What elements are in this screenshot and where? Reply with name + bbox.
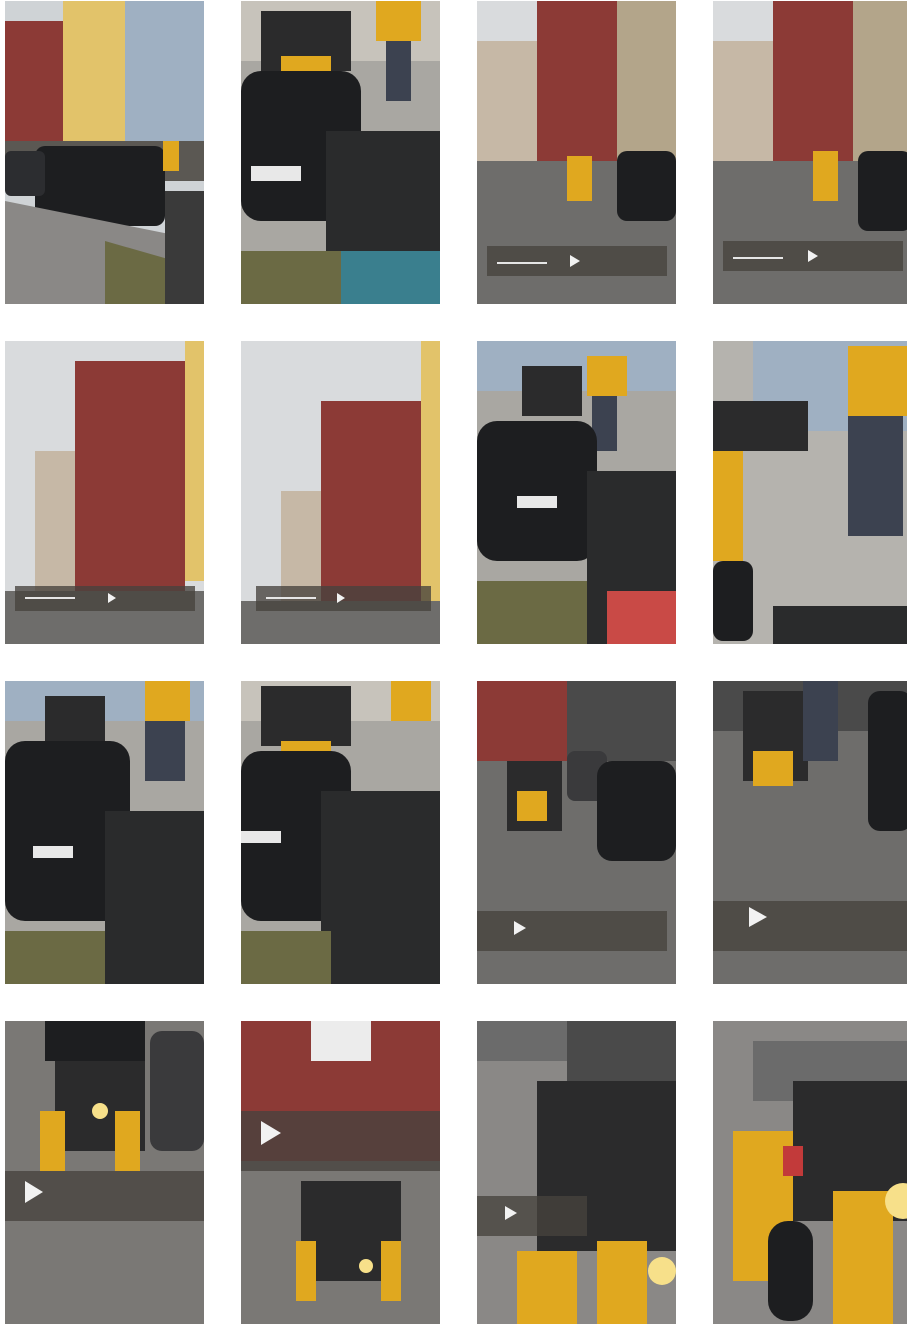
frame-15-cart-blurred <box>477 1021 676 1324</box>
frame-1-image <box>5 1 204 304</box>
frame-15-image <box>477 1021 676 1324</box>
frame-4-street-red-building <box>713 1 907 304</box>
frame-9-audi-closeup <box>5 681 204 984</box>
frame-10-audi-closeup <box>241 681 440 984</box>
video-frame-grid <box>0 0 907 1324</box>
frame-13-cart-front <box>5 1021 204 1324</box>
frame-14-image <box>241 1021 440 1324</box>
frame-2-image <box>241 1 440 304</box>
frame-7-audi-closeup <box>477 341 676 644</box>
frame-5-red-building-tree <box>5 341 204 644</box>
frame-13-image <box>5 1021 204 1324</box>
frame-7-image <box>477 341 676 644</box>
frame-1-street-buildings <box>5 1 204 304</box>
frame-3-image <box>477 1 676 304</box>
frame-8-image <box>713 341 907 644</box>
frame-12-image <box>713 681 907 984</box>
frame-5-image <box>5 341 204 644</box>
frame-11-image <box>477 681 676 984</box>
frame-8-courier-closeup <box>713 341 907 644</box>
frame-12-cart-approaching <box>713 681 907 984</box>
frame-14-cart-red-building <box>241 1021 440 1324</box>
frame-11-cart-approaching <box>477 681 676 984</box>
frame-6-red-building-tree <box>241 341 440 644</box>
frame-6-image <box>241 341 440 644</box>
frame-10-image <box>241 681 440 984</box>
frame-4-image <box>713 1 907 304</box>
frame-3-street-red-building <box>477 1 676 304</box>
frame-2-audi-closeup <box>241 1 440 304</box>
frame-9-image <box>5 681 204 984</box>
frame-16-image <box>713 1021 907 1324</box>
frame-16-cart-blurred <box>713 1021 907 1324</box>
